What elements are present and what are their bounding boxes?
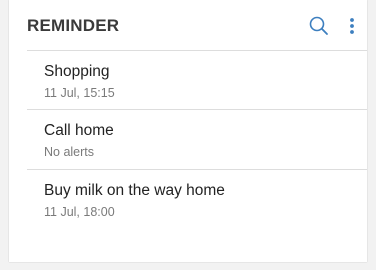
more-options-button[interactable] xyxy=(345,14,359,38)
reminder-time: 11 Jul, 15:15 xyxy=(44,86,115,100)
search-button[interactable] xyxy=(307,14,331,38)
more-vertical-icon xyxy=(350,18,354,34)
app-title: REMINDER xyxy=(27,16,120,35)
reminder-title: Shopping xyxy=(44,63,110,80)
reminder-title: Buy milk on the way home xyxy=(44,182,225,199)
reminder-card: REMINDER Shopping 11 Jul, 15:15 Call hom… xyxy=(9,0,367,262)
reminder-item-buy-milk[interactable]: Buy milk on the way home 11 Jul, 18:00 xyxy=(9,170,367,228)
screen: REMINDER Shopping 11 Jul, 15:15 Call hom… xyxy=(0,0,376,270)
reminder-time: 11 Jul, 18:00 xyxy=(44,205,115,219)
search-icon xyxy=(309,16,328,35)
app-bar: REMINDER xyxy=(9,0,367,50)
reminder-title: Call home xyxy=(44,122,114,139)
reminder-item-call-home[interactable]: Call home No alerts xyxy=(9,110,367,168)
reminder-item-shopping[interactable]: Shopping 11 Jul, 15:15 xyxy=(9,51,367,109)
reminder-alert-status: No alerts xyxy=(44,145,95,159)
